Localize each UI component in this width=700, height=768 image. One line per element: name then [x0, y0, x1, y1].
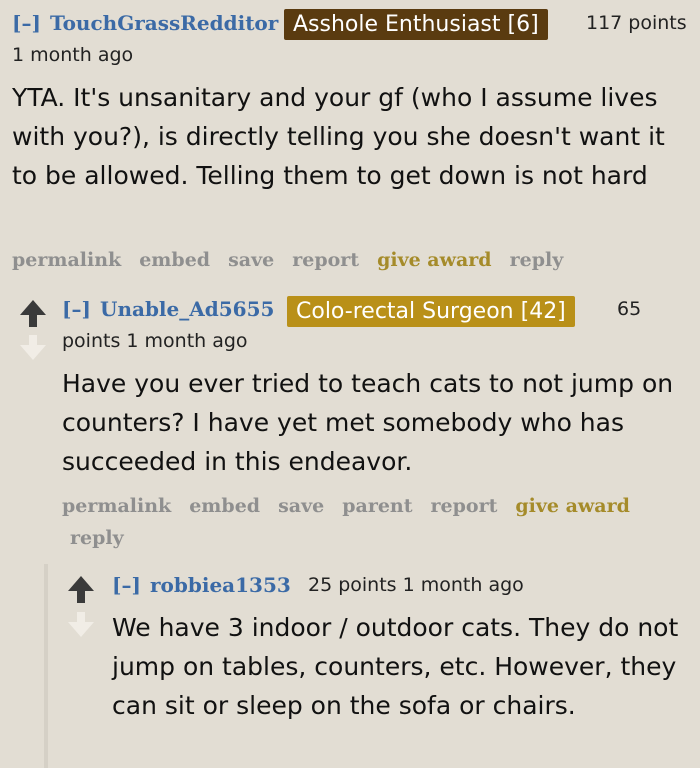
thread-indent-line	[44, 564, 48, 768]
comment-actions: permalink embed save report give award reply	[12, 249, 581, 271]
timestamp: 1 month ago	[12, 44, 134, 66]
collapse-toggle[interactable]: [–]	[12, 11, 41, 35]
permalink-link[interactable]: permalink	[12, 249, 121, 271]
comment-body: We have 3 indoor / outdoor cats. They do…	[112, 613, 679, 720]
downvote-arrow-icon[interactable]	[20, 335, 46, 360]
comment-actions: permalink embed save parent report give award	[62, 495, 648, 517]
permalink-link[interactable]: permalink	[62, 495, 171, 517]
parent-link[interactable]: parent	[342, 495, 412, 517]
collapse-toggle[interactable]: [–]	[62, 297, 91, 321]
score: 65	[617, 298, 642, 320]
save-link[interactable]: save	[228, 249, 274, 271]
comment-actions-line2: reply	[70, 527, 142, 549]
report-link[interactable]: report	[292, 249, 359, 271]
author-link[interactable]: Unable_Ad5655	[100, 297, 274, 321]
give-award-link[interactable]: give award	[515, 495, 630, 517]
comment-body: Have you ever tried to teach cats to not…	[62, 369, 674, 476]
give-award-link[interactable]: give award	[377, 249, 492, 271]
upvote-arrow-icon[interactable]	[68, 576, 94, 603]
embed-link[interactable]: embed	[139, 249, 210, 271]
comment-body: YTA. It's unsanitary and your gf (who I …	[12, 83, 665, 190]
reply-link[interactable]: reply	[70, 527, 124, 549]
user-flair: Colo-rectal Surgeon [42]	[287, 296, 575, 327]
score-and-timestamp: points 1 month ago	[62, 330, 248, 352]
author-link[interactable]: robbiea1353	[150, 573, 291, 597]
score: 117 points	[586, 12, 687, 34]
downvote-arrow-icon[interactable]	[68, 612, 94, 637]
embed-link[interactable]: embed	[189, 495, 260, 517]
collapse-toggle[interactable]: [–]	[112, 573, 141, 597]
score-and-timestamp: 25 points 1 month ago	[308, 574, 524, 596]
save-link[interactable]: save	[278, 495, 324, 517]
reply-link[interactable]: reply	[510, 249, 564, 271]
report-link[interactable]: report	[431, 495, 498, 517]
upvote-arrow-icon[interactable]	[20, 300, 46, 327]
author-link[interactable]: TouchGrassRedditor	[50, 11, 278, 35]
user-flair: Asshole Enthusiast [6]	[284, 9, 548, 40]
